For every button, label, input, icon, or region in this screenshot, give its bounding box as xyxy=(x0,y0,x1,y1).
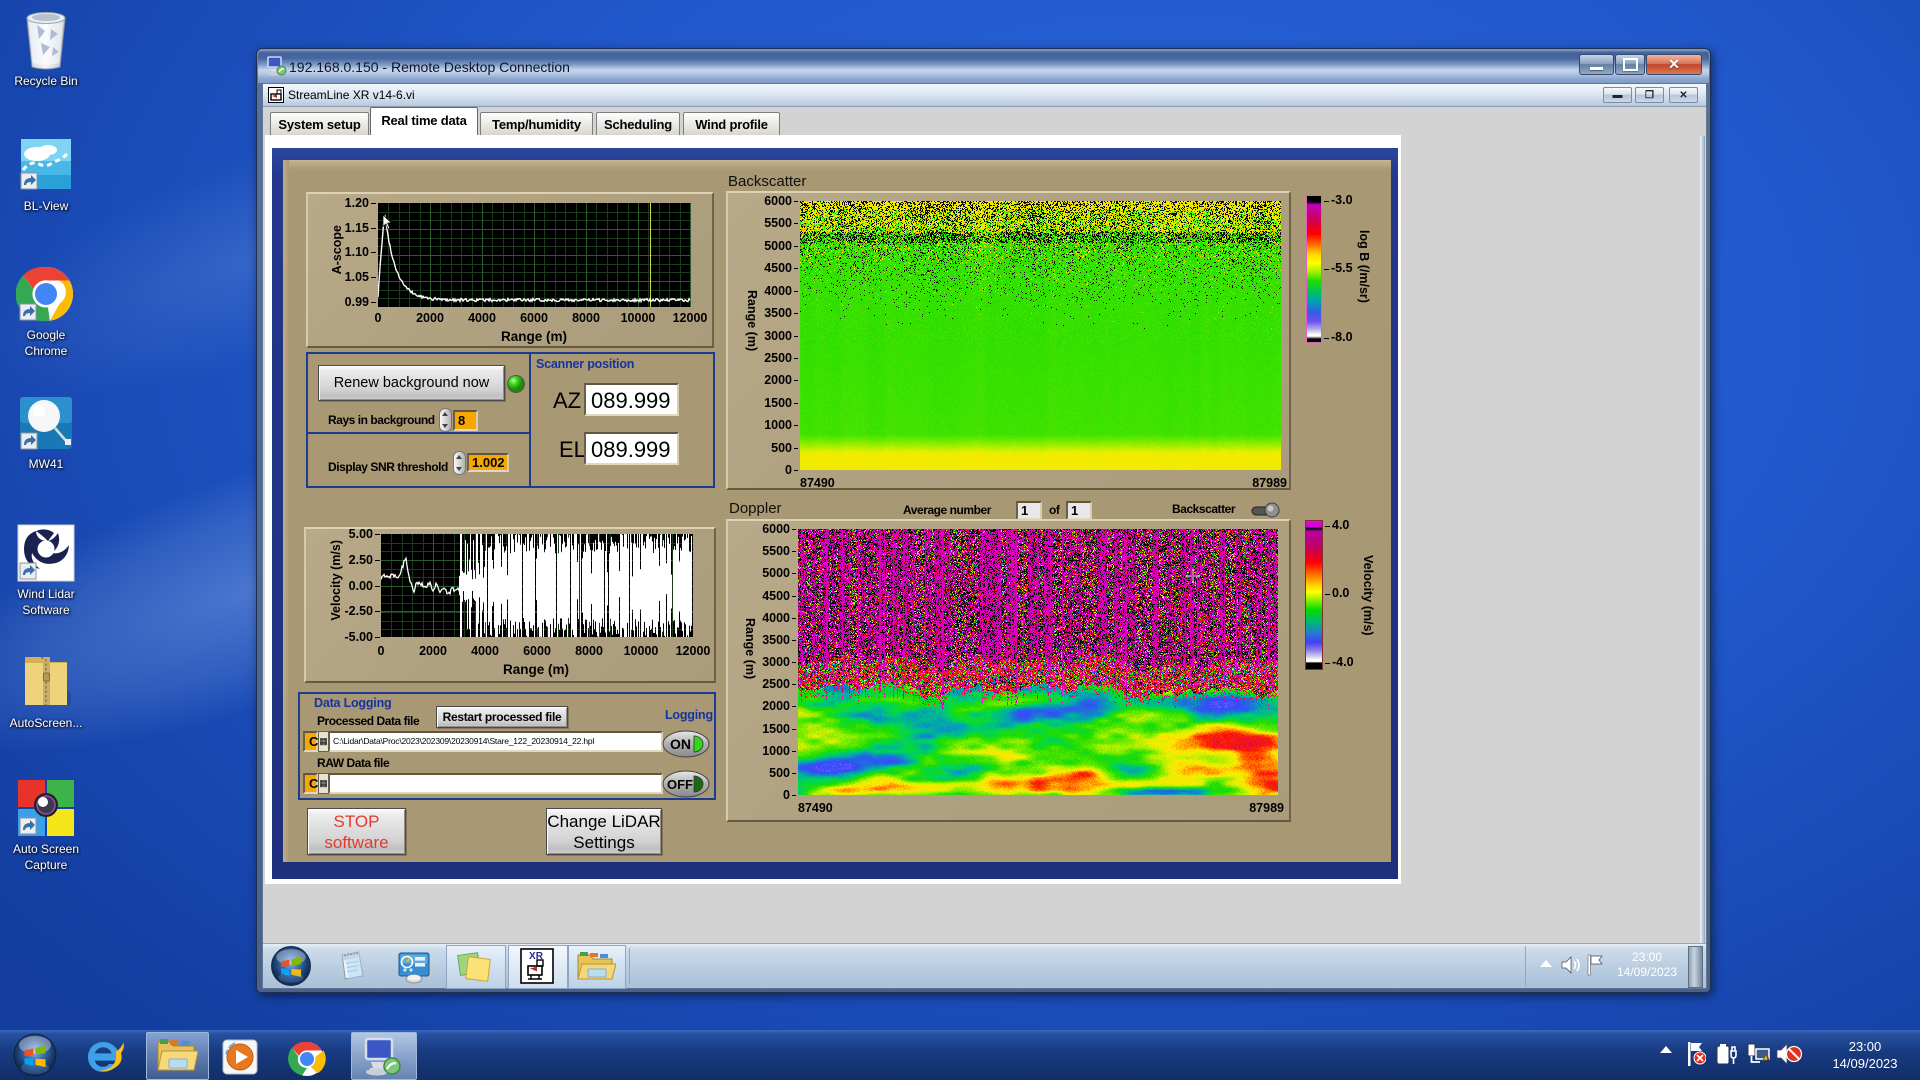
svg-text:OFF: OFF xyxy=(667,777,693,792)
svg-text:ON: ON xyxy=(670,736,691,752)
svg-text:!: ! xyxy=(1767,1058,1769,1064)
